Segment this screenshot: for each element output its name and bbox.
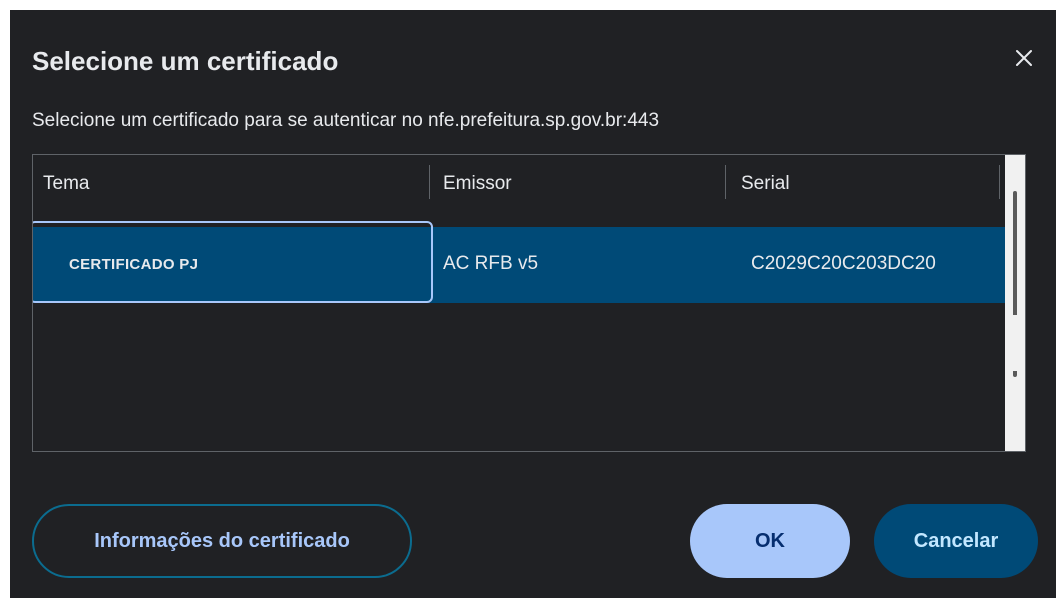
cancel-button[interactable]: Cancelar bbox=[874, 504, 1038, 578]
certificate-dialog: Selecione um certificado Selecione um ce… bbox=[10, 10, 1056, 598]
table-row[interactable]: CERTIFICADO PJ AC RFB v5 C2029C20C203DC2… bbox=[33, 221, 1005, 303]
column-header-serial[interactable]: Serial bbox=[741, 173, 790, 199]
close-button[interactable] bbox=[1010, 44, 1038, 72]
ok-button[interactable]: OK bbox=[690, 504, 850, 578]
dialog-subtitle: Selecione um certificado para se autenti… bbox=[32, 110, 660, 131]
table-header: Tema Emissor Serial bbox=[33, 155, 1005, 209]
column-divider[interactable] bbox=[725, 165, 726, 199]
scrollbar-gap bbox=[1011, 315, 1019, 371]
column-header-tema[interactable]: Tema bbox=[43, 173, 89, 199]
certificate-info-button[interactable]: Informações do certificado bbox=[32, 504, 412, 578]
column-divider[interactable] bbox=[429, 165, 430, 199]
column-header-emissor[interactable]: Emissor bbox=[443, 173, 512, 199]
cell-emissor: AC RFB v5 bbox=[443, 253, 539, 274]
cell-serial: C2029C20C203DC20 bbox=[751, 253, 936, 274]
close-icon bbox=[1016, 50, 1032, 66]
scrollbar[interactable] bbox=[1005, 155, 1025, 451]
column-divider[interactable] bbox=[999, 165, 1000, 199]
cell-tema: CERTIFICADO PJ bbox=[69, 256, 199, 273]
certificate-table: Tema Emissor Serial CERTIFICADO PJ AC RF… bbox=[32, 154, 1026, 452]
dialog-title: Selecione um certificado bbox=[32, 46, 339, 76]
